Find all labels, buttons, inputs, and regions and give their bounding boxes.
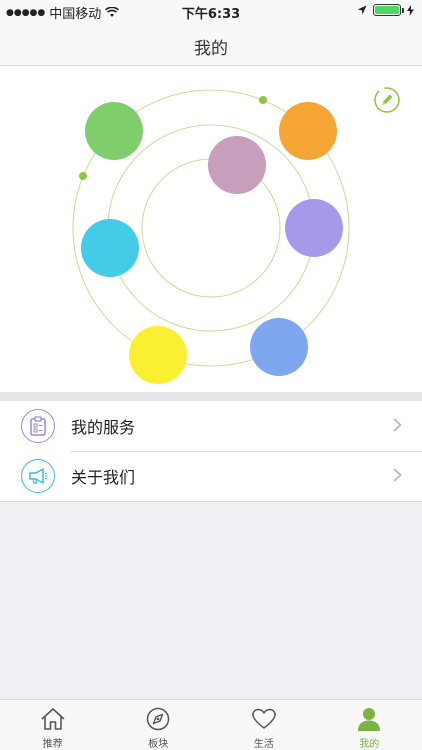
tab-bar: 推荐 板块 生活 我的	[0, 699, 422, 750]
tab-life[interactable]: 生活	[211, 700, 317, 750]
about-us-item[interactable]: 关于我们	[0, 451, 422, 501]
menu-item-label: 关于我们	[71, 468, 136, 487]
orbit-graphic	[72, 89, 350, 384]
compass-icon	[147, 707, 170, 731]
clipboard-icon	[21, 409, 55, 443]
cyan-bubble[interactable]	[81, 219, 139, 277]
edit-button[interactable]	[373, 86, 401, 114]
tab-sections[interactable]: 板块	[106, 700, 212, 750]
page-title: 我的	[194, 39, 228, 59]
status-bar: ●●●●● 中国移动 下午6:33	[0, 0, 422, 22]
purple-bubble[interactable]	[285, 199, 343, 257]
home-icon	[41, 708, 65, 730]
location-arrow-icon	[357, 5, 367, 15]
chevron-right-icon	[393, 418, 402, 432]
chevron-right-icon	[393, 468, 402, 482]
green-bubble[interactable]	[85, 102, 143, 160]
megaphone-icon	[21, 459, 55, 493]
tab-label: 板块	[148, 739, 169, 750]
tab-mine[interactable]: 我的	[317, 700, 422, 750]
orange-bubble[interactable]	[279, 102, 337, 160]
menu-item-label: 我的服务	[71, 418, 136, 437]
yellow-bubble[interactable]	[129, 326, 187, 384]
tab-recommend[interactable]: 推荐	[0, 700, 106, 750]
blue-bubble[interactable]	[250, 318, 308, 376]
battery-icon	[373, 4, 404, 16]
orbit-panel	[0, 66, 422, 392]
orbit-dot	[79, 172, 87, 180]
tab-label: 我的	[359, 739, 380, 750]
mauve-bubble[interactable]	[208, 136, 266, 194]
menu-list: 我的服务 关于我们	[0, 401, 422, 502]
navigation-bar: 我的	[0, 22, 422, 66]
my-services-item[interactable]: 我的服务	[0, 401, 422, 451]
status-right	[357, 4, 414, 16]
charging-bolt-icon	[407, 4, 414, 16]
section-separator	[0, 392, 422, 401]
tab-label: 生活	[253, 739, 274, 750]
heart-icon	[252, 708, 276, 729]
person-icon	[358, 708, 381, 731]
tab-label: 推荐	[42, 739, 63, 750]
orbit-dot	[259, 96, 267, 104]
